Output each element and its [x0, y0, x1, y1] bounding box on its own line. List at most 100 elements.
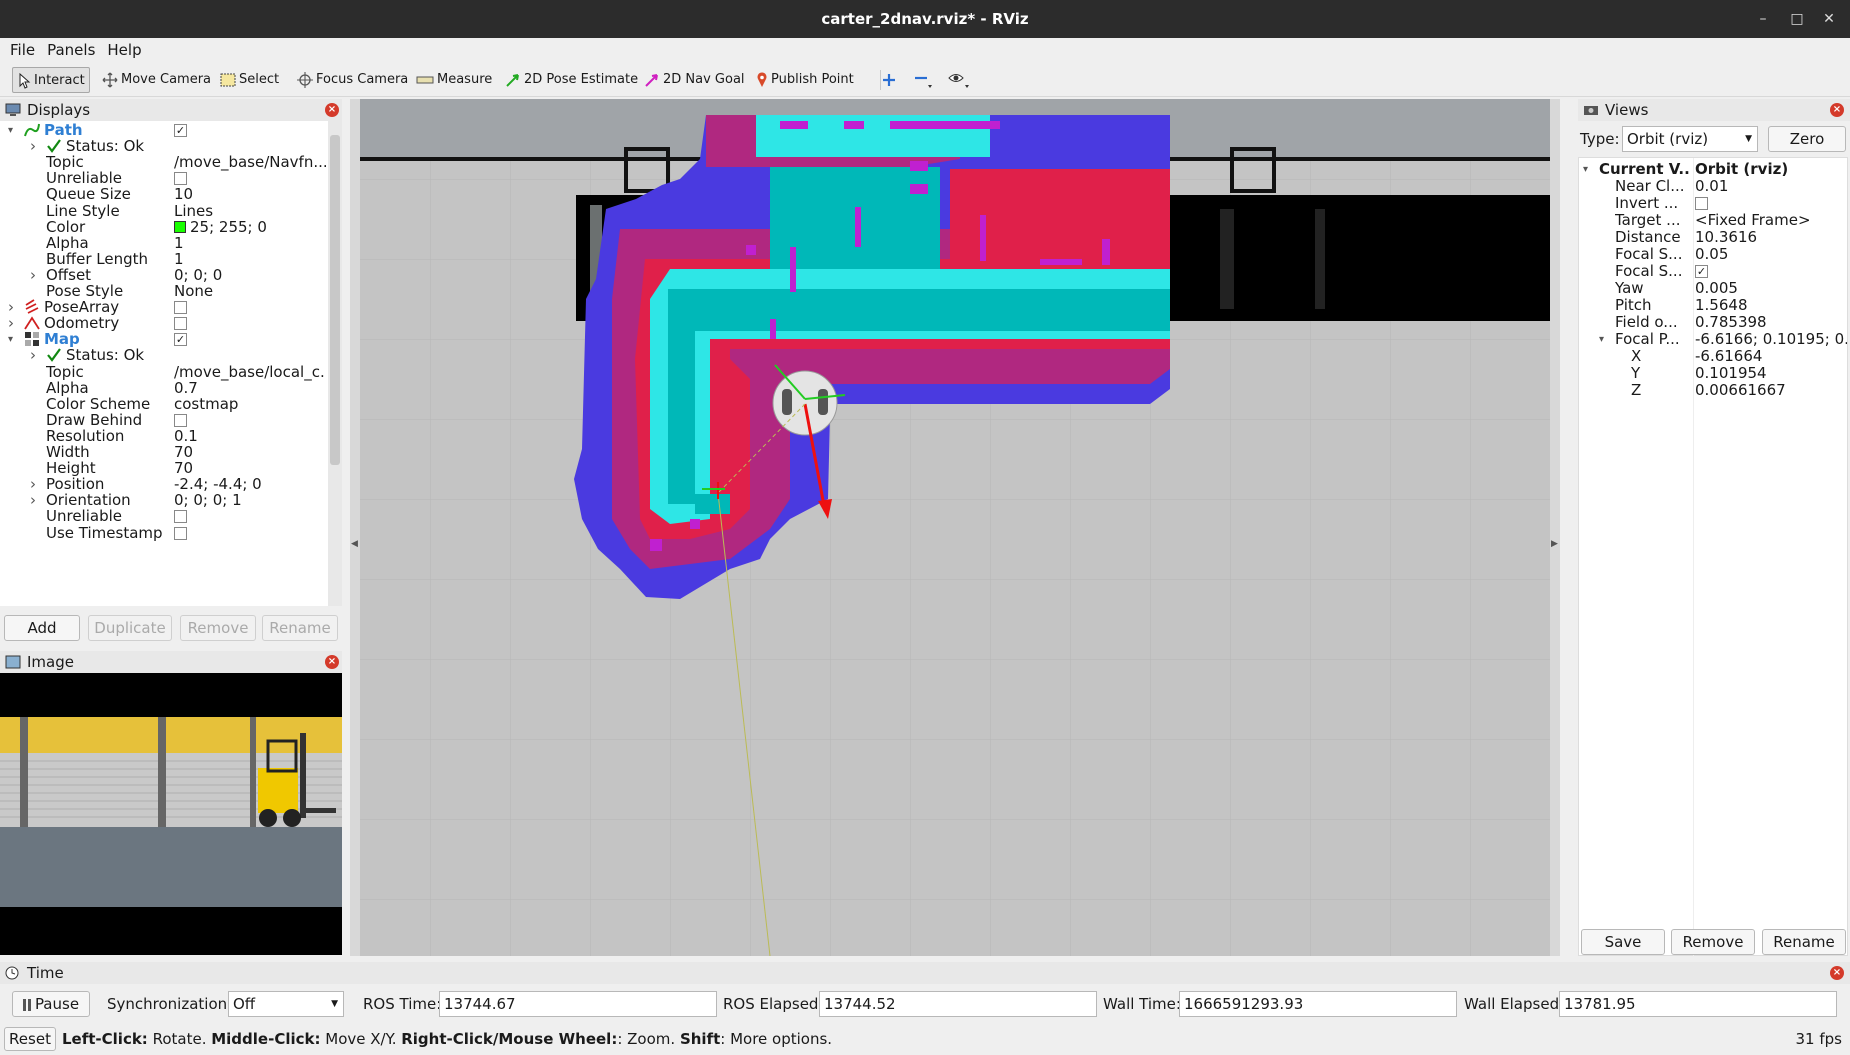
add-tool-button[interactable] — [882, 67, 899, 93]
remove-display-button[interactable]: Remove — [180, 615, 256, 641]
view-options-button[interactable] — [948, 67, 973, 93]
checkbox-unchecked[interactable] — [1695, 197, 1708, 210]
ros-time-field[interactable]: 13744.67 — [439, 991, 717, 1017]
ros-elapsed-field[interactable]: 13744.52 — [819, 991, 1097, 1017]
ros-time-label: ROS Time: — [363, 995, 442, 1013]
chevron-down-icon: ▼ — [331, 999, 338, 1009]
view-type-label: Type: — [1580, 130, 1620, 148]
close-displays-icon[interactable]: × — [325, 103, 339, 117]
wall-elapsed-label: Wall Elapsed: — [1464, 995, 1565, 1013]
close-time-icon[interactable]: × — [1830, 966, 1844, 980]
close-window-icon[interactable]: ✕ — [1814, 0, 1844, 38]
checkbox-unchecked[interactable] — [174, 413, 187, 427]
checkbox-unchecked[interactable] — [174, 317, 187, 331]
rename-display-button[interactable]: Rename — [262, 615, 338, 641]
image-panel-icon — [5, 655, 21, 669]
move-camera-icon — [102, 72, 118, 87]
image-title: Image — [27, 653, 74, 671]
add-display-button[interactable]: Add — [4, 615, 80, 641]
display-row[interactable]: Use Timestamp — [0, 524, 328, 543]
tool-publish-point[interactable]: Publish Point — [756, 67, 854, 93]
warehouse-camera-view — [0, 673, 342, 955]
minimize-icon[interactable]: – — [1748, 0, 1778, 38]
menu-help[interactable]: Help — [101, 38, 147, 63]
chevron-down-icon: ▼ — [1745, 134, 1752, 144]
tool-select[interactable]: Select — [220, 67, 279, 93]
views-header: Views × — [1578, 99, 1850, 121]
checkbox-checked[interactable]: ✓ — [1695, 265, 1708, 278]
map-pin-icon — [757, 71, 767, 87]
menu-panels[interactable]: Panels — [41, 38, 101, 63]
green-arrow-icon — [506, 73, 519, 87]
path-icon — [24, 122, 40, 138]
ros-elapsed-label: ROS Elapsed: — [723, 995, 824, 1013]
wall-time-field[interactable]: 1666591293.93 — [1179, 991, 1457, 1017]
remove-view-button[interactable]: Remove — [1671, 929, 1755, 955]
view-value[interactable]: 0.00661667 — [1695, 381, 1847, 400]
status-hint: Left-Click: Rotate. Middle-Click: Move X… — [62, 1030, 833, 1048]
views-title: Views — [1605, 101, 1649, 119]
eye-icon — [948, 73, 969, 88]
camera-views-icon — [1584, 106, 1598, 115]
checkbox-unchecked[interactable] — [174, 301, 187, 315]
image-header: Image × — [0, 651, 342, 673]
reset-button[interactable]: Reset — [4, 1027, 56, 1051]
window-titlebar: carter_2dnav.rviz* - RViz – □ ✕ — [0, 0, 1850, 38]
view-type-select[interactable]: Orbit (rviz) ▼ — [1622, 126, 1758, 152]
toolbar-divider — [880, 67, 881, 93]
left-splitter-handle[interactable]: ◀ — [350, 99, 360, 956]
menu-file[interactable]: File — [0, 38, 41, 63]
checkbox-checked[interactable]: ✓ — [174, 124, 187, 137]
right-splitter-handle[interactable]: ▶ — [1550, 99, 1560, 956]
minus-icon — [915, 76, 932, 88]
window-title: carter_2dnav.rviz* - RViz — [821, 10, 1029, 28]
checkbox-checked[interactable]: ✓ — [174, 333, 187, 347]
select-box-icon — [220, 73, 236, 86]
wall-elapsed-field[interactable]: 13781.95 — [1559, 991, 1837, 1017]
duplicate-display-button[interactable]: Duplicate — [88, 615, 172, 641]
tool-move-camera[interactable]: Move Camera — [102, 67, 211, 93]
plus-icon — [883, 73, 895, 86]
checkbox-unchecked[interactable] — [174, 510, 187, 524]
magenta-arrow-icon — [645, 73, 658, 87]
tool-bar: Interact Move Camera Select Focus Camera… — [0, 63, 1850, 97]
tool-focus-camera[interactable]: Focus Camera — [297, 67, 408, 93]
sync-select[interactable]: Off ▼ — [228, 991, 344, 1017]
tool-interact[interactable]: Interact — [12, 67, 90, 93]
pause-button[interactable]: Pause — [12, 991, 90, 1017]
save-view-button[interactable]: Save — [1581, 929, 1665, 955]
display-value[interactable] — [174, 524, 326, 543]
zero-button[interactable]: Zero — [1768, 126, 1846, 152]
map-icon — [24, 331, 40, 347]
tool-measure[interactable]: Measure — [416, 67, 492, 93]
tool-2d-nav-goal[interactable]: 2D Nav Goal — [644, 67, 745, 93]
camera-image — [0, 673, 342, 955]
odometry-icon — [24, 315, 40, 331]
view-row[interactable]: Z 0.00661667 — [1579, 381, 1849, 400]
time-header: Time × — [0, 962, 1850, 984]
displays-title: Displays — [27, 101, 91, 119]
costmap-scene — [350, 99, 1560, 956]
tool-2d-pose-estimate[interactable]: 2D Pose Estimate — [505, 67, 638, 93]
wall-time-label: Wall Time: — [1103, 995, 1181, 1013]
render-3d-view[interactable]: ◀ ▶ — [350, 99, 1560, 956]
check-icon — [46, 347, 62, 363]
sync-label: Synchronization: — [107, 995, 233, 1013]
remove-tool-button[interactable] — [914, 67, 935, 93]
checkbox-unchecked[interactable] — [174, 526, 187, 540]
clock-icon — [5, 966, 19, 980]
views-tree: ▾ Current V... Orbit (rviz) Near Cl... 0.01 I… — [1578, 157, 1849, 957]
rename-view-button[interactable]: Rename — [1762, 929, 1846, 955]
checkbox-unchecked[interactable] — [174, 172, 187, 186]
fps-readout: 31 fps — [1795, 1030, 1842, 1048]
monitor-icon — [5, 103, 21, 116]
close-views-icon[interactable]: × — [1830, 103, 1844, 117]
displays-scrollbar[interactable] — [328, 121, 342, 606]
maximize-icon[interactable]: □ — [1782, 0, 1812, 38]
close-image-icon[interactable]: × — [325, 655, 339, 669]
color-swatch[interactable] — [174, 221, 186, 234]
ruler-icon — [416, 76, 434, 83]
check-icon — [46, 138, 62, 154]
menu-bar: File Panels Help — [0, 38, 1850, 63]
displays-tree: ▾ Path ✓ › Status: Ok Topic/move_base/Navfn..… — [0, 121, 342, 606]
